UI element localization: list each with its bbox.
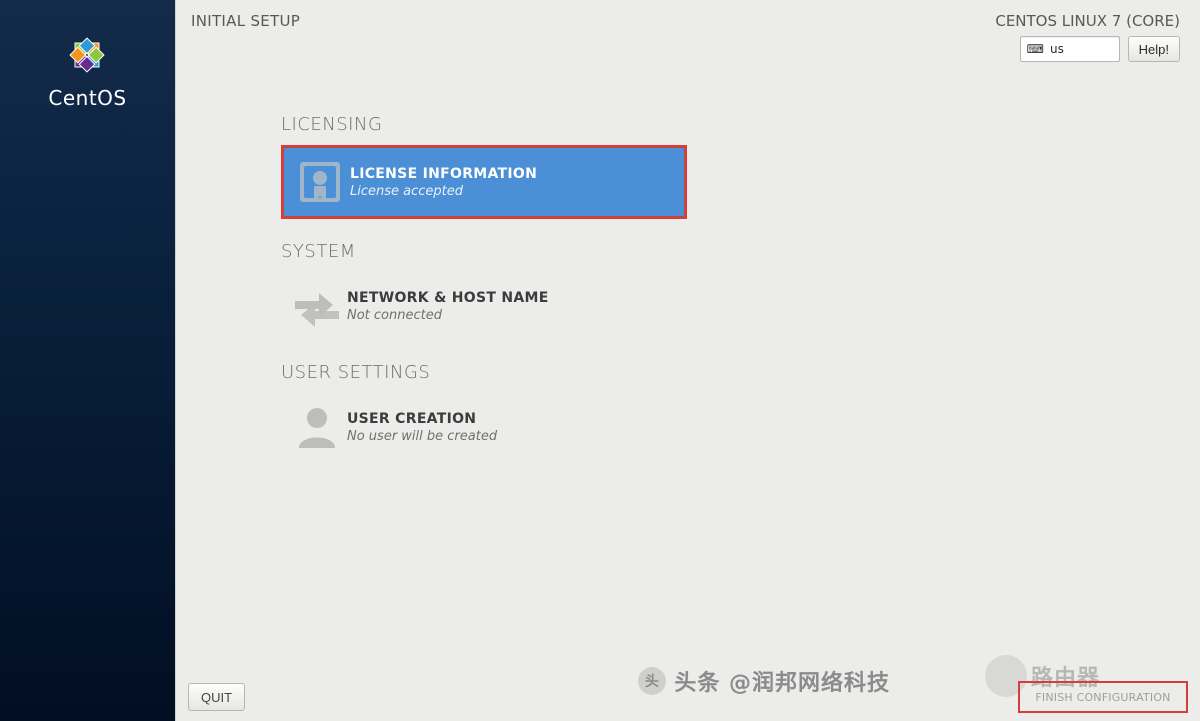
help-button-label: Help!	[1139, 42, 1169, 57]
topbar: INITIAL SETUP CENTOS LINUX 7 (CORE) ⌨ us…	[176, 0, 1200, 62]
network-icon	[287, 280, 347, 332]
centos-logo-icon	[62, 30, 112, 80]
finish-configuration-button[interactable]: FINISH CONFIGURATION	[1018, 681, 1188, 713]
spoke-user-creation[interactable]: USER CREATION No user will be created	[281, 393, 681, 461]
spoke-status: Not connected	[347, 308, 549, 323]
section-label-system: SYSTEM	[281, 241, 1200, 262]
section-label-user: USER SETTINGS	[281, 362, 1200, 383]
spoke-status: No user will be created	[347, 429, 497, 444]
section-label-licensing: LICENSING	[281, 114, 1200, 135]
help-button[interactable]: Help!	[1128, 36, 1180, 62]
sidebar: CentOS	[0, 0, 175, 721]
brand-text: CentOS	[48, 86, 126, 110]
spoke-status: License accepted	[350, 184, 537, 199]
distro-label: CENTOS LINUX 7 (CORE)	[995, 12, 1180, 30]
keyboard-layout-select[interactable]: ⌨ us	[1020, 36, 1120, 62]
quit-button[interactable]: QUIT	[188, 683, 245, 711]
keyboard-layout-value: us	[1050, 42, 1064, 56]
quit-button-label: QUIT	[201, 690, 232, 705]
spoke-title: USER CREATION	[347, 411, 497, 427]
spoke-license-information[interactable]: LICENSE INFORMATION License accepted	[281, 145, 687, 219]
spoke-title: LICENSE INFORMATION	[350, 166, 537, 182]
finish-button-label: FINISH CONFIGURATION	[1035, 691, 1170, 704]
spoke-title: NETWORK & HOST NAME	[347, 290, 549, 306]
keyboard-icon: ⌨	[1027, 42, 1044, 56]
main-panel: INITIAL SETUP CENTOS LINUX 7 (CORE) ⌨ us…	[175, 0, 1200, 721]
page-title: INITIAL SETUP	[191, 12, 300, 30]
user-icon	[287, 401, 347, 453]
license-icon	[290, 156, 350, 208]
centos-logo: CentOS	[48, 30, 126, 110]
topbar-right: CENTOS LINUX 7 (CORE) ⌨ us Help!	[995, 12, 1180, 62]
content: LICENSING LICENSE INFORMATION License ac…	[176, 62, 1200, 461]
spoke-network-hostname[interactable]: NETWORK & HOST NAME Not connected	[281, 272, 681, 340]
bottombar: QUIT FINISH CONFIGURATION	[176, 673, 1200, 721]
